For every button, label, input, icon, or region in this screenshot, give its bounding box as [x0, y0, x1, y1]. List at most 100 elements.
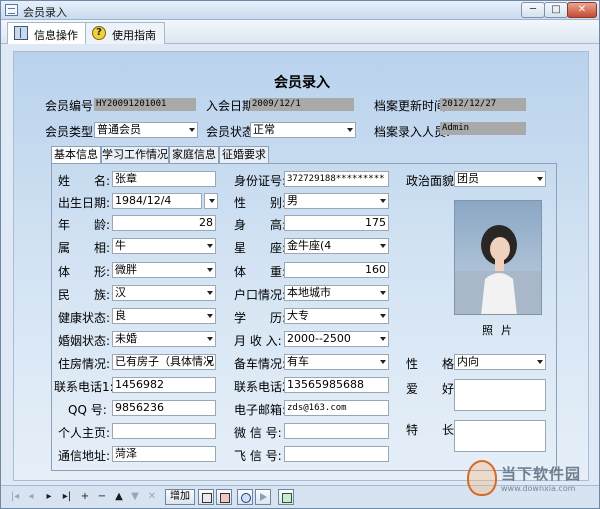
last-record-button[interactable]: ▸|: [61, 490, 73, 504]
politics-label: 政治面貌:: [406, 174, 459, 188]
form-title: 会员录入: [274, 75, 330, 91]
maximize-button[interactable]: □: [544, 2, 568, 18]
tab-info-label: 信息操作: [34, 29, 78, 42]
chevron-down-icon: [380, 244, 386, 248]
birth-date-input[interactable]: 1984/12/4: [112, 193, 202, 209]
homepage-input[interactable]: [112, 423, 216, 439]
age-label: 年 龄:: [58, 218, 111, 232]
print-icon[interactable]: [198, 489, 214, 505]
chevron-down-icon: [537, 360, 543, 364]
wechat-label: 微 信 号:: [234, 426, 282, 440]
chevron-down-icon: [207, 244, 213, 248]
qq-label: QQ 号:: [68, 403, 107, 417]
house-label: 住房情况:: [58, 357, 111, 371]
member-status-select[interactable]: 正常: [250, 122, 356, 138]
email-label: 电子邮箱:: [234, 403, 287, 417]
name-input[interactable]: 张章: [112, 171, 216, 187]
tab-marriage-requirements[interactable]: 征婚要求: [219, 146, 269, 163]
age-input[interactable]: 28: [112, 215, 216, 231]
phone1-input[interactable]: 1456982: [112, 377, 216, 393]
member-type-select[interactable]: 普通会员: [94, 122, 198, 138]
house-select[interactable]: 已有房子（具体情况: [112, 354, 216, 370]
chevron-down-icon: [380, 199, 386, 203]
delete-record-button[interactable]: −: [96, 490, 108, 504]
member-photo[interactable]: [454, 200, 542, 315]
wechat-input[interactable]: [284, 423, 389, 439]
hukou-select[interactable]: 本地城市: [284, 285, 389, 301]
phone2-input[interactable]: 13565985688: [284, 377, 389, 393]
zodiac-value: 牛: [115, 239, 126, 252]
birth-date-picker[interactable]: [204, 193, 218, 209]
chevron-down-icon: [207, 337, 213, 341]
member-type-label: 会员类型:: [45, 125, 98, 139]
gender-select[interactable]: 男: [284, 193, 389, 209]
car-label: 备车情况:: [234, 357, 287, 371]
book-icon: [14, 26, 28, 40]
cancel-edit-button[interactable]: ✕: [146, 490, 158, 504]
politics-select[interactable]: 团员: [454, 171, 546, 187]
chevron-down-icon: [207, 314, 213, 318]
minimize-button[interactable]: ─: [521, 2, 545, 18]
feixin-input[interactable]: [284, 446, 389, 462]
close-button[interactable]: ✕: [567, 2, 597, 18]
skill-textarea[interactable]: [454, 420, 546, 452]
print-report-icon[interactable]: [216, 489, 232, 505]
preview-icon[interactable]: [237, 489, 253, 505]
chevron-down-icon: [207, 360, 213, 364]
play-icon[interactable]: [255, 489, 271, 505]
weight-input[interactable]: 160: [284, 262, 389, 278]
export-icon[interactable]: [278, 489, 294, 505]
height-input[interactable]: 175: [284, 215, 389, 231]
window-icon: [5, 4, 18, 16]
email-input[interactable]: zds@163.com: [284, 400, 389, 416]
zodiac-label: 属 相:: [58, 241, 111, 255]
car-select[interactable]: 有车: [284, 354, 389, 370]
income-value: 2000--2500: [287, 332, 351, 345]
marriage-select[interactable]: 未婚: [112, 331, 216, 347]
income-select[interactable]: 2000--2500: [284, 331, 389, 347]
hobby-textarea[interactable]: [454, 379, 546, 411]
chevron-down-icon: [380, 314, 386, 318]
health-label: 健康状态:: [58, 311, 111, 325]
join-date-field: 2009/12/1: [250, 98, 354, 111]
tab-family-info[interactable]: 家庭信息: [169, 146, 219, 163]
feixin-label: 飞 信 号:: [234, 449, 282, 463]
idcard-label: 身份证号:: [234, 174, 287, 188]
move-up-button[interactable]: ▲: [113, 490, 125, 504]
edu-label: 学 历:: [234, 311, 287, 325]
marriage-label: 婚姻状态:: [58, 334, 111, 348]
tab-basic-info[interactable]: 基本信息: [51, 146, 101, 164]
health-select[interactable]: 良: [112, 308, 216, 324]
move-down-button[interactable]: ▼: [129, 490, 141, 504]
member-no-field: HY20091201001: [94, 98, 196, 111]
edu-select[interactable]: 大专: [284, 308, 389, 324]
next-record-button[interactable]: ▸: [43, 490, 55, 504]
tab-user-guide[interactable]: ? 使用指南: [85, 22, 165, 44]
name-label: 姓 名:: [58, 174, 111, 188]
chevron-down-icon: [207, 268, 213, 272]
prev-record-button[interactable]: ◂: [25, 490, 37, 504]
chevron-down-icon: [380, 337, 386, 341]
star-select[interactable]: 金牛座(4: [284, 238, 389, 254]
zodiac-select[interactable]: 牛: [112, 238, 216, 254]
tab-study-work[interactable]: 学习工作情况: [101, 146, 169, 163]
idcard-input[interactable]: 372729188*********: [284, 171, 389, 187]
star-value: 金牛座(4: [287, 239, 332, 252]
gender-value: 男: [287, 194, 298, 207]
body-type-select[interactable]: 微胖: [112, 262, 216, 278]
chevron-down-icon: [380, 291, 386, 295]
first-record-button[interactable]: |◂: [9, 490, 21, 504]
photo-label: 照片: [482, 324, 520, 337]
add-button[interactable]: 增加: [165, 489, 195, 505]
character-select[interactable]: 内向: [454, 354, 546, 370]
nation-select[interactable]: 汉: [112, 285, 216, 301]
entry-person-field: Admin: [440, 122, 526, 135]
address-input[interactable]: 菏泽: [112, 446, 216, 462]
chevron-down-icon: [209, 199, 215, 203]
qq-input[interactable]: 9856236: [112, 400, 216, 416]
insert-record-button[interactable]: +: [79, 490, 91, 504]
health-value: 良: [115, 309, 126, 322]
tab-info-operation[interactable]: 信息操作: [7, 22, 87, 44]
weight-label: 体 重:: [234, 265, 287, 279]
help-icon: ?: [92, 26, 106, 40]
